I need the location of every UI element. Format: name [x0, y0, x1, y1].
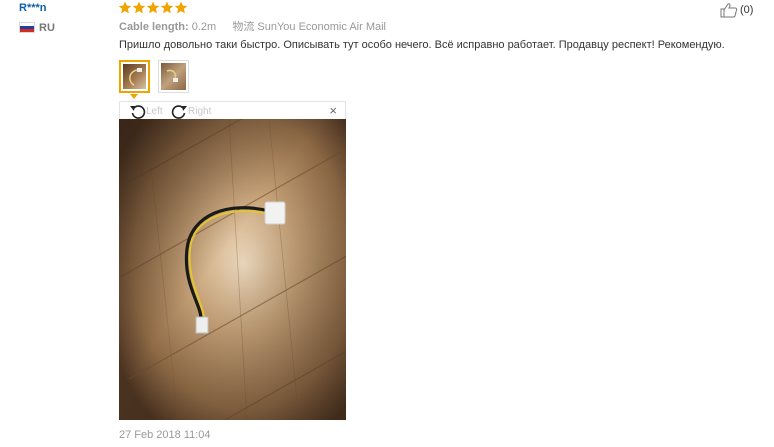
review-photo-thumbnail[interactable]	[158, 60, 189, 93]
star-rating	[118, 1, 188, 14]
reviewer-country: RU	[39, 22, 55, 34]
review-comment: Пришло довольно таки быстро. Описывать т…	[119, 39, 725, 51]
review-photo-thumbnail[interactable]	[119, 60, 150, 93]
cable-thumbnail-image	[129, 68, 142, 86]
rotate-right-icon	[171, 105, 187, 119]
cable-length-label: Cable length:	[119, 21, 189, 33]
star-icon	[118, 1, 132, 14]
review-photo-large	[119, 119, 346, 420]
rotate-left-icon	[130, 105, 146, 119]
rotate-left-label: Left	[146, 105, 163, 117]
russia-flag-icon	[19, 22, 35, 33]
review-date: 27 Feb 2018 11:04	[119, 429, 211, 441]
rotate-left-button[interactable]: Left	[129, 103, 163, 119]
star-icon	[146, 1, 160, 14]
thumbs-up-icon	[720, 3, 738, 18]
rotate-right-label: Right	[188, 105, 212, 117]
cable-thumbnail-image	[166, 69, 178, 82]
active-thumbnail-indicator	[130, 94, 138, 99]
shipping-method: SunYou Economic Air Mail	[257, 21, 386, 33]
rotate-right-button[interactable]: Right	[171, 103, 211, 119]
shipping-label: 物流	[232, 21, 255, 33]
cable-on-wood-floor-image	[119, 119, 346, 420]
star-icon	[132, 1, 146, 14]
close-viewer-button[interactable]: ×	[329, 103, 337, 119]
reviewer-name: R***n	[19, 2, 47, 14]
photo-viewer-toolbar: Left Right ×	[119, 101, 346, 119]
star-icon	[160, 1, 174, 14]
order-info: Cable length: 0.2m 物流 SunYou Economic Ai…	[119, 18, 386, 34]
star-icon	[174, 1, 188, 14]
helpful-count: (0)	[740, 4, 754, 16]
cable-length-value: 0.2m	[191, 21, 217, 33]
helpful-button[interactable]: (0)	[720, 2, 753, 18]
